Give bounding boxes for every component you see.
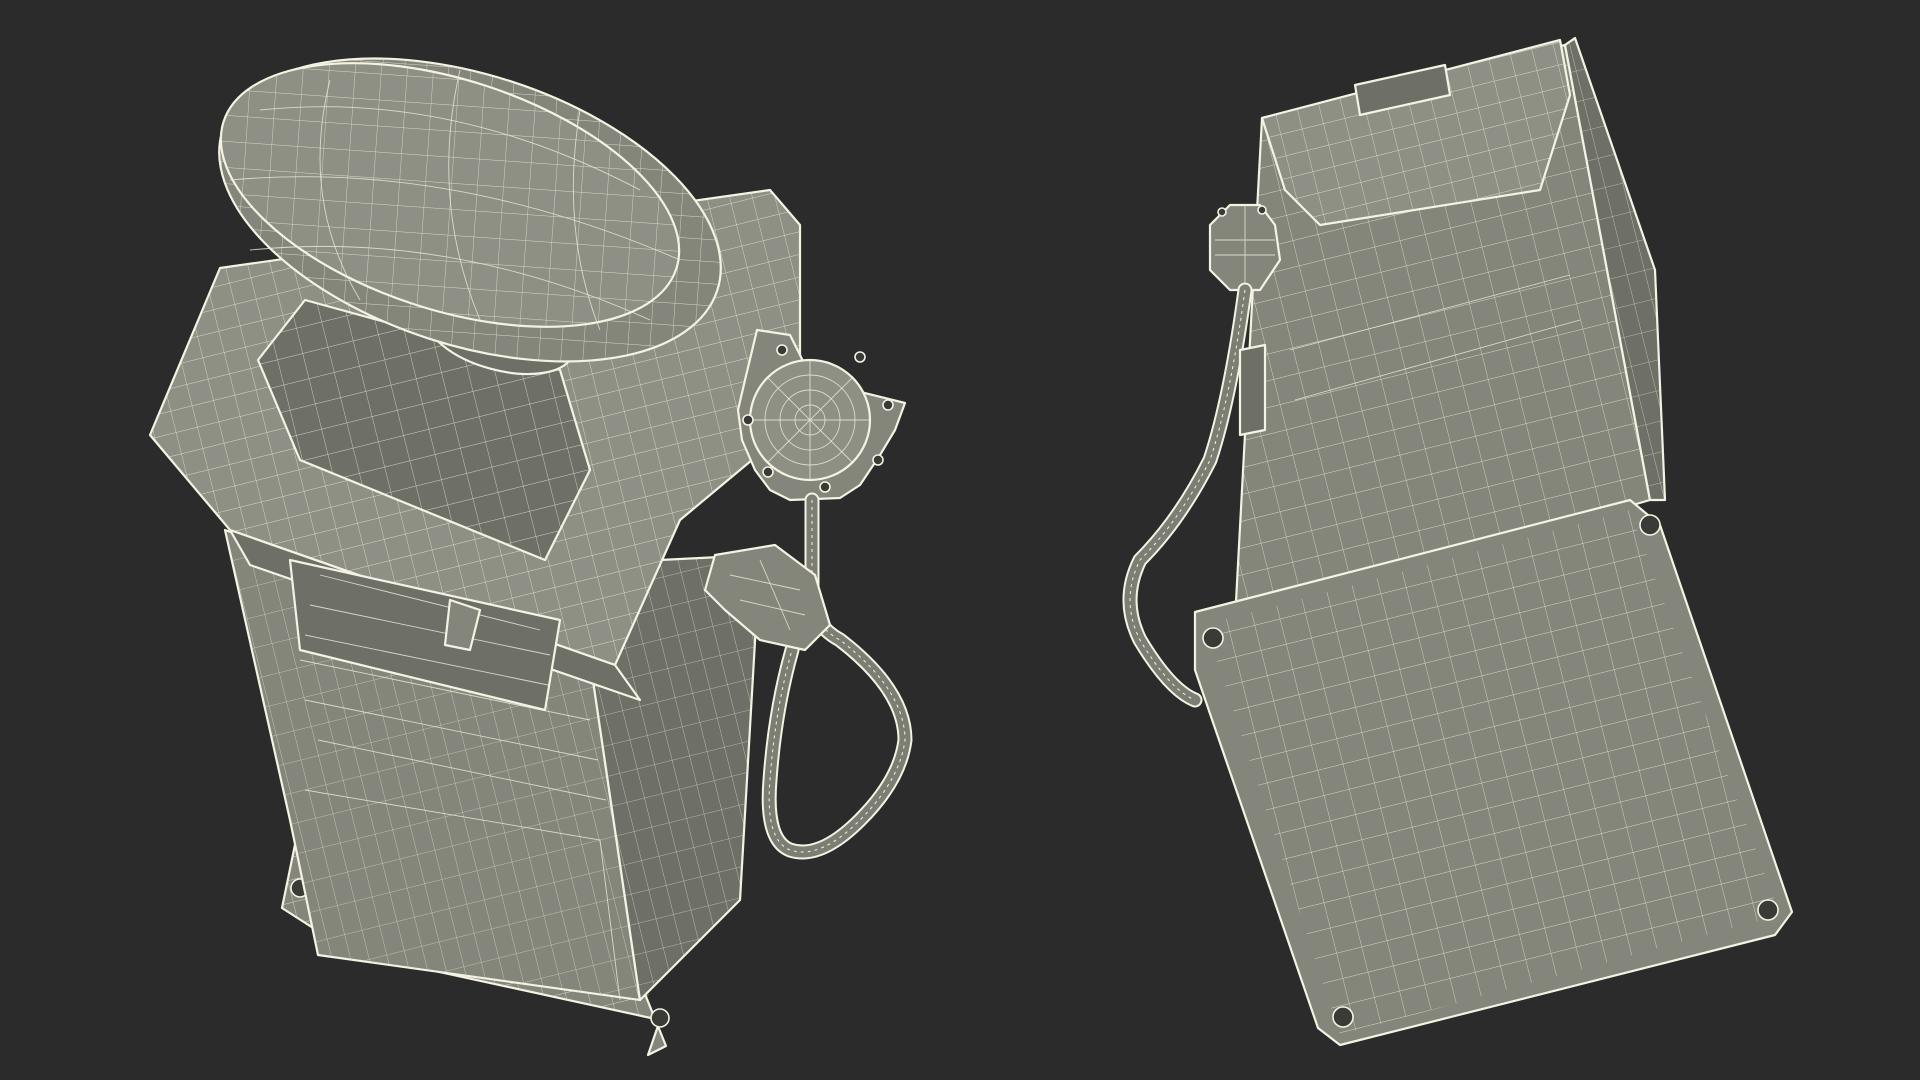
pump-gear-knob — [736, 328, 907, 502]
wireframe-render — [148, 36, 1794, 1057]
base-bolt — [1332, 1006, 1354, 1028]
fuel-pump-bottom-view — [1122, 36, 1794, 1047]
pump-gear-knob-side — [1208, 203, 1282, 292]
fuel-pump-top-view — [148, 57, 913, 1057]
base-bolt — [1757, 899, 1779, 921]
base-bolt — [650, 1008, 670, 1028]
base-bolt — [1639, 514, 1661, 536]
base-bolt — [1202, 627, 1224, 649]
render-viewport — [0, 0, 1920, 1080]
fuel-nozzle-side — [1238, 343, 1267, 437]
